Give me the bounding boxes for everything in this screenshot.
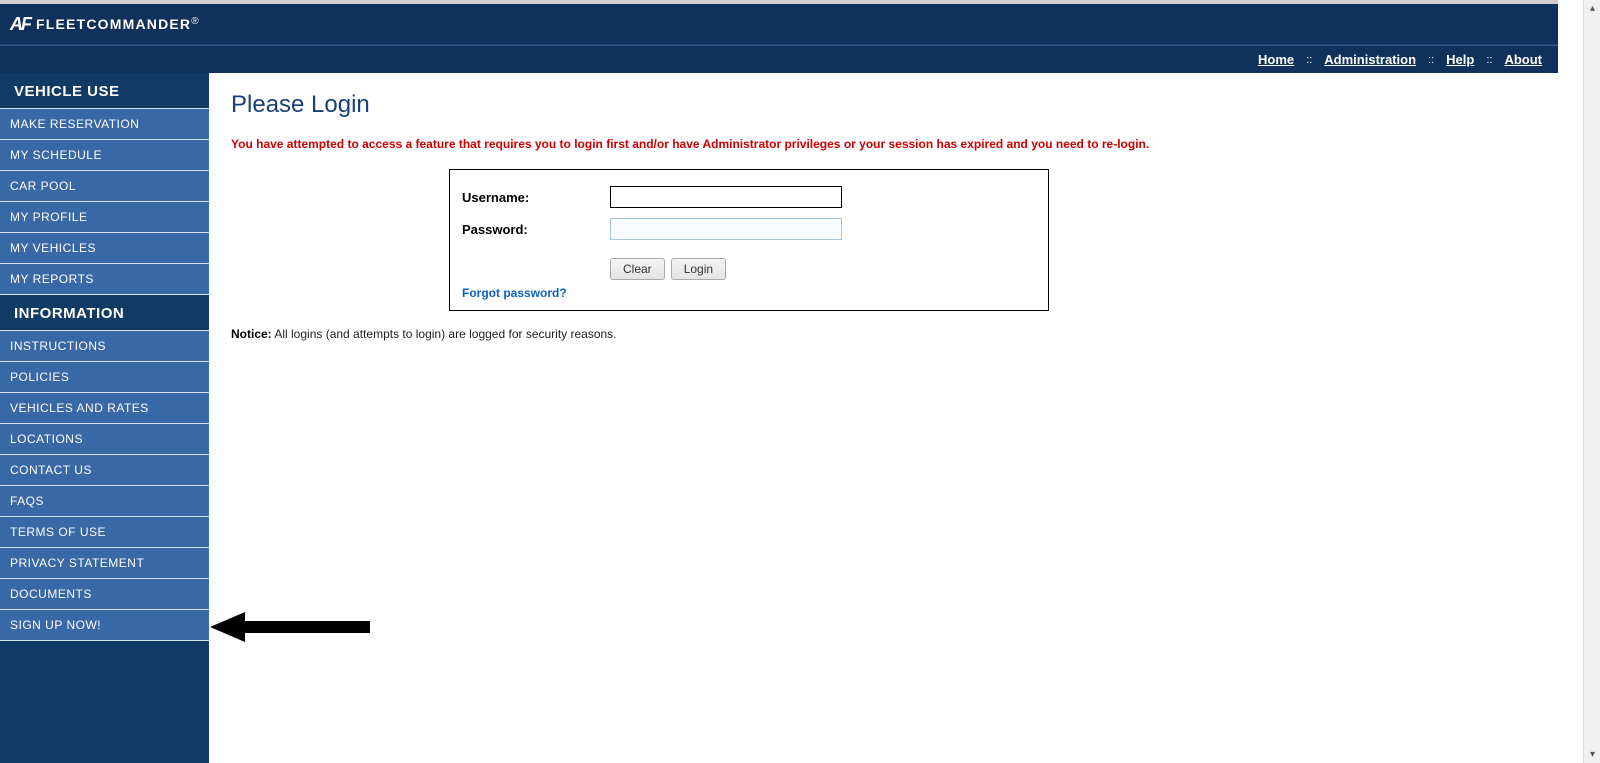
sidebar-heading-vehicle-use: VEHICLE USE — [0, 73, 209, 108]
notice: Notice: All logins (and attempts to logi… — [231, 327, 1536, 341]
brand: AF FLEETCOMMANDER® — [10, 14, 199, 35]
sidebar-item-contact-us[interactable]: CONTACT US — [0, 455, 209, 486]
nav-sep: :: — [1482, 54, 1496, 66]
username-input[interactable] — [610, 186, 842, 208]
nav-about[interactable]: About — [1504, 52, 1542, 67]
scrollbar-track[interactable] — [1584, 17, 1600, 746]
topbar: AF FLEETCOMMANDER® — [0, 4, 1558, 45]
password-input[interactable] — [610, 218, 842, 240]
sidebar-item-my-vehicles[interactable]: MY VEHICLES — [0, 233, 209, 264]
nav-help[interactable]: Help — [1446, 52, 1474, 67]
vertical-scrollbar[interactable]: ▴ ▾ — [1583, 0, 1600, 763]
brand-text: FLEETCOMMANDER® — [36, 16, 199, 32]
trademark-icon: ® — [191, 16, 198, 27]
forgot-password-link[interactable]: Forgot password? — [462, 286, 567, 300]
nav-sep: :: — [1302, 54, 1316, 66]
sidebar-item-my-schedule[interactable]: MY SCHEDULE — [0, 140, 209, 171]
sidebar-group-vehicle-use: MAKE RESERVATION MY SCHEDULE CAR POOL MY… — [0, 108, 209, 295]
nav-sep: :: — [1424, 54, 1438, 66]
sidebar-item-my-profile[interactable]: MY PROFILE — [0, 202, 209, 233]
sidebar-item-my-reports[interactable]: MY REPORTS — [0, 264, 209, 295]
sidebar-item-sign-up-now[interactable]: SIGN UP NOW! — [0, 610, 209, 641]
password-label: Password: — [462, 222, 610, 237]
sidebar-item-make-reservation[interactable]: MAKE RESERVATION — [0, 108, 209, 140]
nav-home[interactable]: Home — [1258, 52, 1294, 67]
clear-button[interactable]: Clear — [610, 258, 665, 280]
nav-administration[interactable]: Administration — [1324, 52, 1416, 67]
brand-icon: AF — [10, 14, 30, 35]
scroll-down-icon[interactable]: ▾ — [1584, 746, 1600, 763]
top-nav: Home :: Administration :: Help :: About — [0, 46, 1558, 73]
sidebar-item-car-pool[interactable]: CAR POOL — [0, 171, 209, 202]
sidebar-item-vehicles-and-rates[interactable]: VEHICLES AND RATES — [0, 393, 209, 424]
sidebar-heading-information: INFORMATION — [0, 295, 209, 330]
login-button[interactable]: Login — [671, 258, 726, 280]
sidebar-item-privacy-statement[interactable]: PRIVACY STATEMENT — [0, 548, 209, 579]
sidebar-group-information: INSTRUCTIONS POLICIES VEHICLES AND RATES… — [0, 330, 209, 641]
login-form: Username: Password: Clear Login Forgot p… — [449, 169, 1049, 311]
notice-text: All logins (and attempts to login) are l… — [272, 327, 617, 341]
page-title: Please Login — [231, 91, 1536, 119]
sidebar-item-terms-of-use[interactable]: TERMS OF USE — [0, 517, 209, 548]
main-content: Please Login You have attempted to acces… — [209, 73, 1558, 763]
error-message: You have attempted to access a feature t… — [231, 137, 1536, 151]
username-label: Username: — [462, 190, 610, 205]
scroll-up-icon[interactable]: ▴ — [1584, 0, 1600, 17]
sidebar-item-policies[interactable]: POLICIES — [0, 362, 209, 393]
sidebar-item-instructions[interactable]: INSTRUCTIONS — [0, 330, 209, 362]
brand-name: FLEETCOMMANDER — [36, 16, 191, 32]
sidebar-item-documents[interactable]: DOCUMENTS — [0, 579, 209, 610]
sidebar-item-faqs[interactable]: FAQS — [0, 486, 209, 517]
sidebar-item-locations[interactable]: LOCATIONS — [0, 424, 209, 455]
notice-label: Notice: — [231, 327, 272, 341]
sidebar: VEHICLE USE MAKE RESERVATION MY SCHEDULE… — [0, 73, 209, 763]
